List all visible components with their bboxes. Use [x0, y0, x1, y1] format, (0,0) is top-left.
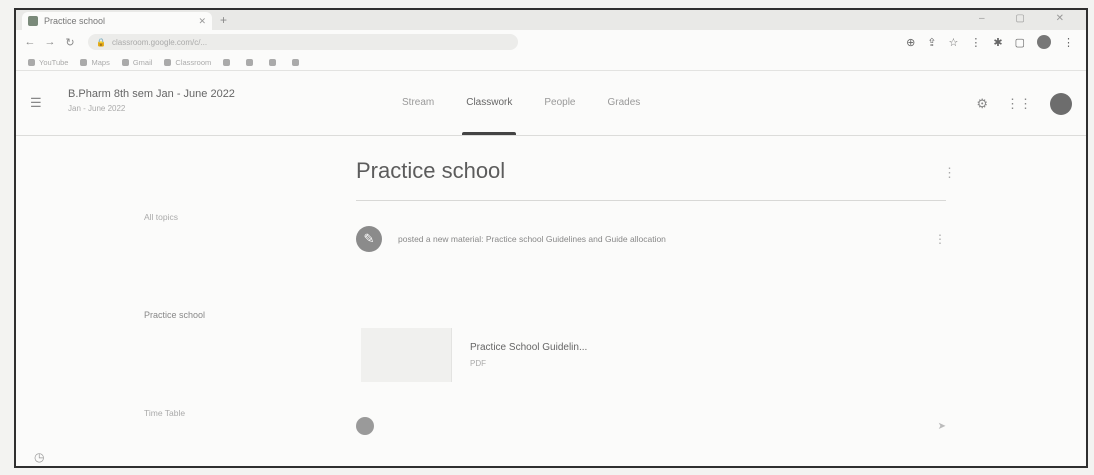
- bookmark-item[interactable]: [292, 58, 303, 66]
- user-avatar[interactable]: [1050, 93, 1072, 115]
- bookmark-item[interactable]: Classroom: [164, 58, 211, 67]
- url-text: classroom.google.com/c/...: [111, 37, 208, 47]
- close-tab-icon[interactable]: ✕: [198, 16, 206, 27]
- class-name[interactable]: B.Pharm 8th sem Jan - June 2022: [68, 88, 235, 100]
- share-icon[interactable]: ⇪: [927, 36, 936, 49]
- header-actions: ⚙ ⋮⋮: [976, 93, 1072, 115]
- toolbar-icons: ⊕ ⇪ ☆ ⋮ ✱ ▢ ⋮: [906, 35, 1074, 49]
- bookmark-item[interactable]: [269, 58, 280, 66]
- bookmark-item[interactable]: [223, 58, 234, 66]
- browser-profile-avatar[interactable]: [1037, 35, 1051, 49]
- classroom-header: ☰ B.Pharm 8th sem Jan - June 2022 Jan - …: [16, 71, 1086, 136]
- post-text: posted a new material: Practice school G…: [398, 234, 666, 244]
- apps-grid-icon[interactable]: ⋮⋮: [1006, 96, 1032, 112]
- topic-title: Practice school: [356, 158, 506, 183]
- more-vert-icon[interactable]: ⋮: [970, 36, 981, 49]
- window-controls[interactable]: – ▢ ✕: [979, 13, 1078, 24]
- bookmark-favicon-icon: [269, 58, 277, 66]
- post-more-icon[interactable]: ⋮: [934, 232, 946, 246]
- topic-link[interactable]: Time Table: [144, 408, 185, 418]
- material-icon: ✎: [356, 226, 382, 252]
- calendar-icon[interactable]: ◷: [34, 450, 44, 464]
- attachment-card[interactable]: Practice School Guidelin... PDF: [361, 328, 661, 382]
- bookmark-item[interactable]: YouTube: [28, 58, 68, 67]
- settings-gear-icon[interactable]: ⚙: [976, 96, 988, 112]
- reload-icon[interactable]: ↻: [64, 36, 76, 49]
- bookmarks-bar: YouTube Maps Gmail Classroom: [16, 54, 1086, 71]
- tab-classwork[interactable]: Classwork: [450, 71, 528, 135]
- tab-people[interactable]: People: [528, 71, 591, 135]
- attachment-thumbnail: [361, 328, 452, 382]
- lock-icon: 🔒: [96, 37, 106, 47]
- back-icon[interactable]: ←: [24, 36, 36, 48]
- topic-more-icon[interactable]: ⋮: [943, 165, 956, 181]
- bookmark-favicon-icon: [223, 58, 231, 66]
- bookmark-favicon-icon: [28, 58, 35, 66]
- browser-tab[interactable]: Practice school ✕: [22, 12, 212, 30]
- bookmark-favicon-icon: [292, 58, 300, 66]
- topic-link[interactable]: All topics: [144, 212, 178, 222]
- bookmark-star-icon[interactable]: ☆: [949, 36, 959, 49]
- browser-window: Practice school ✕ + – ▢ ✕ ← → ↻ 🔒 classr…: [14, 8, 1088, 468]
- attachment-type: PDF: [470, 359, 486, 368]
- commenter-avatar: [356, 417, 374, 435]
- tab-grades[interactable]: Grades: [592, 71, 657, 135]
- forward-icon[interactable]: →: [44, 36, 56, 48]
- class-tabs: Stream Classwork People Grades: [386, 71, 656, 135]
- classroom-favicon-icon: [28, 16, 38, 26]
- new-tab-icon[interactable]: +: [220, 13, 227, 27]
- tab-title: Practice school: [44, 16, 106, 26]
- bookmark-favicon-icon: [246, 58, 254, 66]
- attachment-title: Practice School Guidelin...: [470, 342, 588, 353]
- address-bar[interactable]: 🔒 classroom.google.com/c/...: [88, 34, 518, 50]
- extensions-icon[interactable]: ✱: [993, 36, 1002, 49]
- bookmark-favicon-icon: [80, 58, 88, 66]
- main-menu-icon[interactable]: ☰: [30, 95, 42, 111]
- bookmark-item[interactable]: Maps: [80, 58, 110, 67]
- bookmark-favicon-icon: [121, 58, 129, 66]
- material-post[interactable]: ✎ posted a new material: Practice school…: [356, 222, 946, 256]
- sidebar-icon[interactable]: ▢: [1015, 36, 1025, 49]
- topic-divider: [356, 200, 946, 201]
- send-icon[interactable]: ➤: [938, 421, 946, 432]
- topic-link-practice-school[interactable]: Practice school: [144, 310, 205, 320]
- attachment-info: Practice School Guidelin... PDF: [470, 342, 587, 368]
- topics-sidebar: All topics Practice school Time Table ◷: [16, 136, 346, 466]
- browser-menu-icon[interactable]: ⋮: [1063, 36, 1074, 49]
- zoom-icon[interactable]: ⊕: [906, 36, 915, 49]
- bookmark-item[interactable]: Gmail: [121, 58, 152, 67]
- bookmark-item[interactable]: [246, 58, 257, 66]
- navigation-bar: ← → ↻ 🔒 classroom.google.com/c/... ⊕ ⇪ ☆…: [16, 30, 1086, 54]
- bookmark-favicon-icon: [164, 58, 172, 66]
- tab-strip: Practice school ✕ + – ▢ ✕: [16, 10, 1086, 30]
- comment-row: ➤: [356, 414, 946, 438]
- tab-stream[interactable]: Stream: [386, 71, 450, 135]
- class-subtitle: Jan - June 2022: [68, 104, 126, 113]
